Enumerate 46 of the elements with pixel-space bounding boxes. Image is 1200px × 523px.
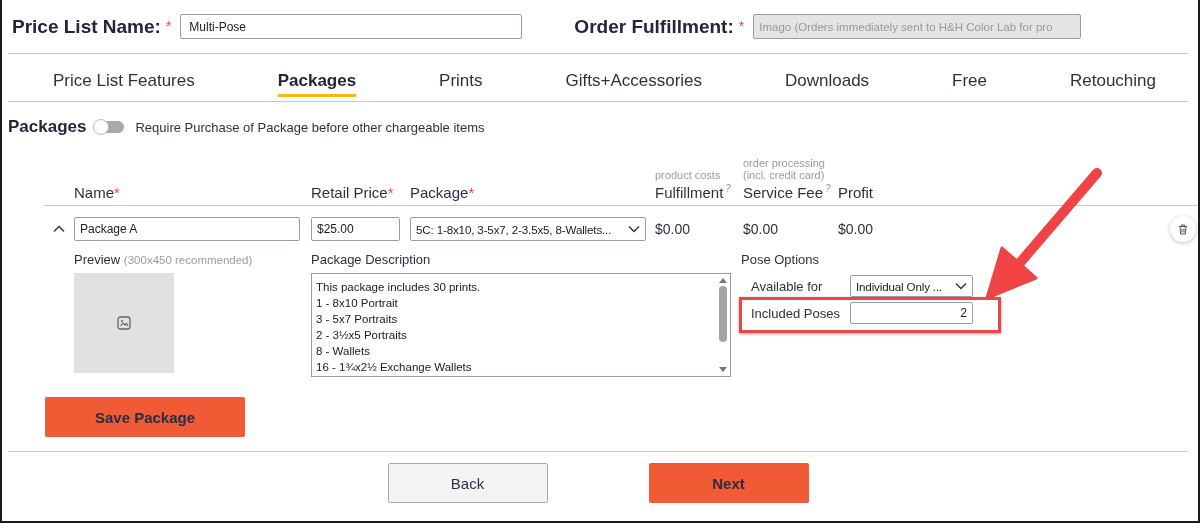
collapse-chevron-icon[interactable] [53,225,65,233]
description-text: This package includes 30 prints. 1 - 8x10 Portrait 3 - 5x7 Portraits 2 - 3½x5 Portraits 8 - Wallets 16 - 1¾x2½ Exchange Wallets [315,280,482,375]
text-field[interactable]: Multi-Pose [180,14,523,39]
column-header: Profit [838,184,873,201]
column-hint: product costs [655,169,722,181]
field-label: Available for [751,278,824,294]
section-label: Pose Options [741,252,821,267]
column-hint: order processing (incl. credit card) [743,157,826,181]
column-header: Name* [74,184,120,201]
tab[interactable]: Gifts+Accessories [565,64,703,97]
number-field[interactable]: 2 [850,302,973,324]
dropdown-chevron-icon [628,225,640,233]
description-textarea[interactable]: This package includes 30 prints. 1 - 8x10 Portrait 3 - 5x7 Portraits 2 - 3½x5 Portraits 8 - Wallets 16 - 1¾x2½ Exchange Wallets [311,273,731,377]
amount-value: $0.00 [743,221,780,237]
back-button[interactable]: Back [387,463,548,503]
tab[interactable]: Downloads [785,64,870,97]
amount-value: $0.00 [655,221,692,237]
scroll-down-icon[interactable] [719,367,727,372]
text-field[interactable]: $25.00 [311,217,400,241]
column-header: Retail Price* [311,184,394,201]
trash-icon [1178,223,1188,235]
column-header: Package* [410,184,475,201]
column-header: Service Fee [743,184,824,201]
preview-label: Preview (300x450 recommended) [74,252,254,267]
tab[interactable]: Free [952,64,987,97]
save-button[interactable]: Save Package [45,397,245,437]
next-button[interactable]: Next [648,463,809,503]
delete-button[interactable] [1170,216,1196,242]
amount-value: $0.00 [838,221,875,237]
select-field[interactable]: Individual Only ... [850,275,973,297]
tab[interactable]: Packages [277,64,357,97]
column-header: Fulfillment [655,184,724,201]
tab[interactable]: Price List Features [53,64,195,97]
field-label: Package Description [311,252,432,267]
image-icon [117,316,131,330]
select-field[interactable]: 5C: 1-8x10, 3-5x7, 2-3.5x5, 8-Wallets... [410,217,646,241]
scroll-up-icon[interactable] [719,278,727,283]
text-field: Imago (Orders immediately sent to H&H Color Lab for pro [753,14,1082,39]
tab[interactable]: Retouching [1069,64,1156,97]
section-title: Packages [8,117,87,137]
tab[interactable]: Prints [439,64,483,97]
field-label: Included Poses [751,305,841,321]
dropdown-chevron-icon [955,282,967,290]
toggle-label: Require Purchase of Package before other chargeable items [135,119,485,135]
text-field[interactable]: Package A [74,217,300,241]
toggle-switch[interactable] [94,121,125,133]
